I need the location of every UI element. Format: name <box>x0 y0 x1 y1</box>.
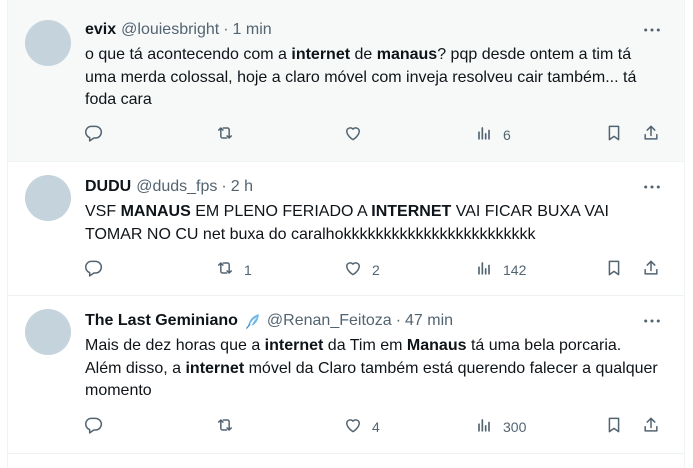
tweet-header: evix @louiesbright · 1 min <box>85 19 624 41</box>
highlighted-keyword: manaus <box>376 46 438 63</box>
more-icon[interactable] <box>642 21 662 39</box>
timestamp[interactable]: 1 min <box>233 21 272 39</box>
bookmark-icon <box>604 258 624 283</box>
user-handle[interactable]: @Renan_Feitoza <box>267 312 392 330</box>
bookmark-icon <box>604 123 624 148</box>
highlighted-keyword: internet <box>291 46 351 63</box>
retweet-icon <box>215 415 235 440</box>
feather-emoji-icon <box>244 312 262 330</box>
tweet-text: o que tá acontecendo com a internet de m… <box>85 44 660 112</box>
retweet-icon <box>215 123 235 148</box>
user-name[interactable]: evix <box>85 21 116 39</box>
tweet-text-run: VSF <box>85 203 121 220</box>
retweet-button[interactable] <box>215 415 244 439</box>
timestamp[interactable]: 47 min <box>405 312 453 330</box>
avatar[interactable] <box>25 175 71 221</box>
bookmark-button[interactable] <box>604 258 624 282</box>
tweet-actions: 1 2 142 <box>8 258 684 282</box>
highlighted-keyword: internet <box>264 337 324 354</box>
highlighted-keyword: MANAUS <box>120 203 191 220</box>
reply-button[interactable] <box>83 258 112 282</box>
reply-icon <box>83 258 103 283</box>
highlighted-keyword: Manaus <box>406 337 467 354</box>
tweet[interactable]: The Last Geminiano @Renan_Feitoza · 47 m… <box>8 296 684 454</box>
highlighted-keyword: internet <box>185 359 245 377</box>
reply-icon <box>83 415 103 440</box>
tweet-text: Mais de dez horas que a internet da Tim … <box>85 335 660 403</box>
share-icon <box>641 123 661 148</box>
more-icon[interactable] <box>642 312 662 330</box>
avatar[interactable] <box>25 20 71 66</box>
views-count: 6 <box>503 127 511 143</box>
tweet-actions: 4 300 <box>8 415 684 439</box>
views-icon <box>474 123 494 148</box>
separator-dot: · <box>223 21 229 38</box>
tweet-header: The Last Geminiano @Renan_Feitoza · 47 m… <box>85 310 624 332</box>
like-count: 2 <box>372 262 380 278</box>
tweet-text-run: o que tá acontecendo com a <box>85 46 292 63</box>
avatar[interactable] <box>25 309 71 355</box>
like-button[interactable]: 2 <box>343 258 380 282</box>
separator-dot: · <box>395 312 402 329</box>
like-count: 4 <box>372 419 380 435</box>
views-count: 142 <box>503 262 527 278</box>
retweet-button[interactable] <box>215 123 244 147</box>
tweet[interactable]: DUDU @duds_fps · 2 h VSF MANAUS EM PLENO… <box>8 162 684 296</box>
bookmark-icon <box>604 415 624 440</box>
tweet-actions: 6 <box>8 123 684 147</box>
tweet-text-run: de <box>350 46 377 63</box>
reply-icon <box>83 123 103 148</box>
share-button[interactable] <box>641 258 661 282</box>
views-icon <box>474 258 494 283</box>
views-count: 300 <box>503 419 527 435</box>
tweet-text-run: da Tim em <box>323 337 407 354</box>
retweet-count: 1 <box>244 262 252 278</box>
share-icon <box>641 258 661 283</box>
user-name[interactable]: The Last Geminiano <box>85 312 238 330</box>
tweet-text-run: EM PLENO FERIADO A <box>190 203 372 220</box>
reply-button[interactable] <box>83 415 112 439</box>
more-icon[interactable] <box>642 178 662 196</box>
highlighted-keyword: INTERNET <box>371 203 452 220</box>
separator-dot: · <box>221 178 227 195</box>
timestamp[interactable]: 2 h <box>231 178 253 196</box>
like-icon <box>343 415 363 440</box>
tweet[interactable]: evix @louiesbright · 1 min o que tá acon… <box>8 0 684 162</box>
tweet-text-run: Mais de dez horas que a <box>85 337 265 354</box>
like-button[interactable] <box>343 123 372 147</box>
user-handle[interactable]: @louiesbright <box>121 21 219 39</box>
retweet-icon <box>215 258 235 283</box>
user-handle[interactable]: @duds_fps <box>136 178 217 196</box>
views-button[interactable]: 300 <box>474 415 526 439</box>
user-name[interactable]: DUDU <box>85 178 131 196</box>
timeline-right-border <box>684 0 685 468</box>
bookmark-button[interactable] <box>604 415 624 439</box>
share-icon <box>641 415 661 440</box>
tweet-text: VSF MANAUS EM PLENO FERIADO A INTERNET V… <box>85 201 660 246</box>
share-button[interactable] <box>641 123 661 147</box>
tweet-header: DUDU @duds_fps · 2 h <box>85 176 624 198</box>
bookmark-button[interactable] <box>604 123 624 147</box>
like-icon <box>343 258 363 283</box>
views-button[interactable]: 142 <box>474 258 526 282</box>
share-button[interactable] <box>641 415 661 439</box>
like-icon <box>343 123 363 148</box>
like-button[interactable]: 4 <box>343 415 380 439</box>
views-button[interactable]: 6 <box>474 123 511 147</box>
retweet-button[interactable]: 1 <box>215 258 252 282</box>
views-icon <box>474 415 494 440</box>
reply-button[interactable] <box>83 123 112 147</box>
